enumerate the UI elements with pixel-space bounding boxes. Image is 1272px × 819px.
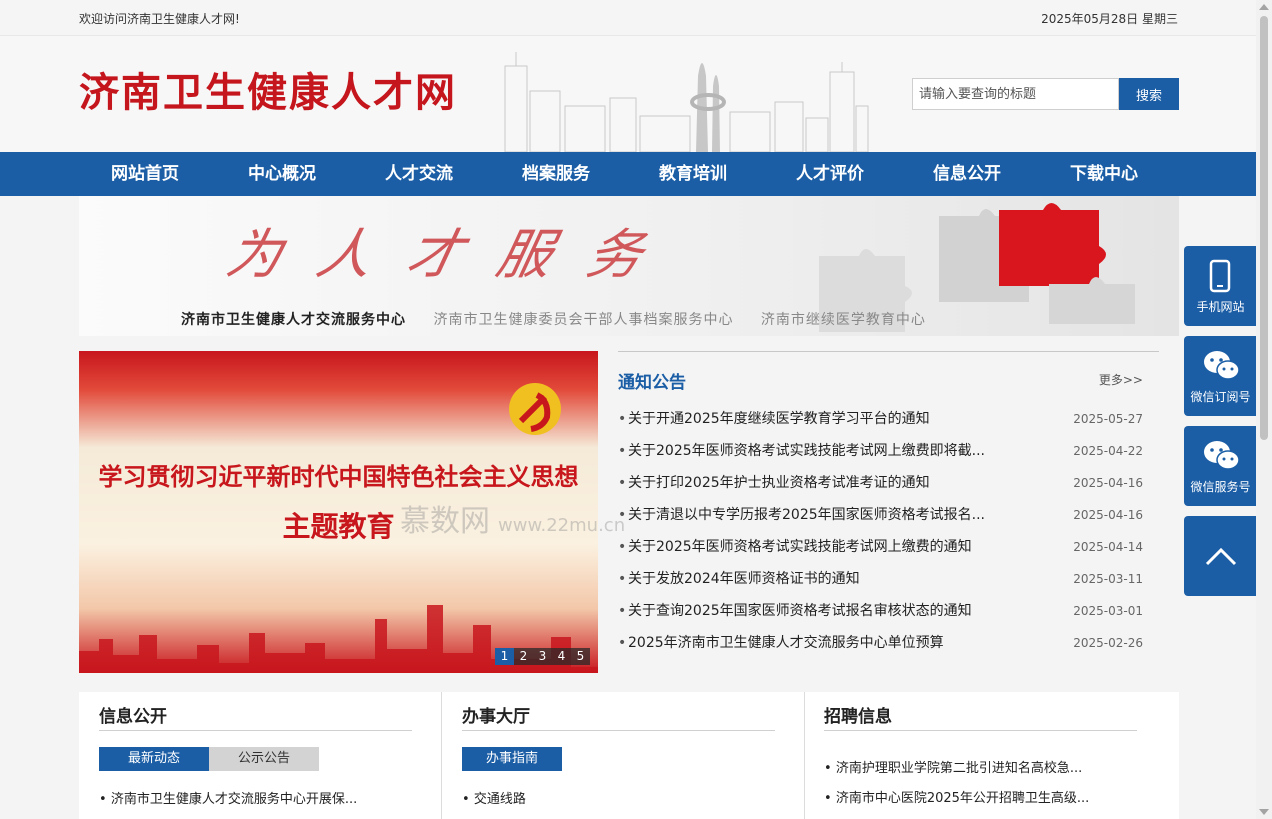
slider-dot-5[interactable]: 5 <box>571 648 590 665</box>
list-item[interactable]: • 济南市卫生健康人才交流服务中心开展保... <box>99 788 357 807</box>
chevron-up-icon <box>1205 547 1237 566</box>
nav-talent-evaluation[interactable]: 人才评价 <box>796 152 864 196</box>
header: 济南卫生健康人才网 搜索 <box>0 36 1256 152</box>
notice-item[interactable]: • 关于开通2025年度继续医学教育学习平台的通知 2025-05-27 <box>618 408 1159 440</box>
list-item[interactable]: • 交通线路 <box>462 788 526 807</box>
nav-education[interactable]: 教育培训 <box>659 152 727 196</box>
slider-pagination: 1 2 3 4 5 <box>495 648 590 665</box>
mobile-site-button[interactable]: 手机网站 <box>1184 246 1257 326</box>
watermark-url: www.22mu.cn <box>498 515 626 536</box>
nav-info-disclosure[interactable]: 信息公开 <box>933 152 1001 196</box>
slider-dot-2[interactable]: 2 <box>514 648 533 665</box>
nav-downloads[interactable]: 下载中心 <box>1070 152 1138 196</box>
recruitment-column: 招聘信息 • 济南护理职业学院第二批引进知名高校急... • 济南市中心医院20… <box>804 692 1137 819</box>
top-bar: 欢迎访问济南卫生健康人才网! 2025年05月28日 星期三 <box>0 0 1256 36</box>
center-continuing-education: 济南市继续医学教育中心 <box>760 312 926 328</box>
site-logo[interactable]: 济南卫生健康人才网 <box>79 60 457 118</box>
wechat-subscription-button[interactable]: 微信订阅号 <box>1184 336 1257 416</box>
wechat-icon <box>1204 441 1240 470</box>
banner: 为人才服务 济南市卫生健康人才交流服务中心 济南市卫生健康委员会干部人事档案服务… <box>79 196 1179 336</box>
wechat-icon <box>1204 351 1240 380</box>
main-nav: 网站首页 中心概况 人才交流 档案服务 教育培训 人才评价 信息公开 下载中心 <box>0 152 1256 196</box>
tab-latest-news[interactable]: 最新动态 <box>99 747 209 771</box>
party-emblem-icon <box>509 383 561 435</box>
tab-service-guide[interactable]: 办事指南 <box>462 747 562 771</box>
back-to-top-button[interactable] <box>1184 516 1257 596</box>
notice-more-link[interactable]: 更多>> <box>1099 371 1143 388</box>
watermark-text: 慕数网 <box>400 504 490 539</box>
banner-centers: 济南市卫生健康人才交流服务中心 济南市卫生健康委员会干部人事档案服务中心 济南市… <box>181 309 948 329</box>
city-skyline-image <box>504 52 869 152</box>
scroll-down-arrow-icon[interactable] <box>1259 809 1269 815</box>
recruitment-title: 招聘信息 <box>824 707 892 727</box>
service-hall-title: 办事大厅 <box>462 707 530 727</box>
bottom-section: 信息公开 最新动态 公示公告 • 济南市卫生健康人才交流服务中心开展保... 办… <box>79 692 1179 819</box>
service-hall-column: 办事大厅 办事指南 • 交通线路 <box>442 692 775 819</box>
notice-item[interactable]: • 关于2025年医师资格考试实践技能考试网上缴费即将截... 2025-04-22 <box>618 440 1159 472</box>
welcome-text: 欢迎访问济南卫生健康人才网! <box>79 12 240 26</box>
list-item[interactable]: • 济南市中心医院2025年公开招聘卫生高级... <box>824 787 1089 806</box>
slider-dot-1[interactable]: 1 <box>495 648 514 665</box>
slider-dot-4[interactable]: 4 <box>552 648 571 665</box>
wechat-service-button[interactable]: 微信服务号 <box>1184 426 1257 506</box>
scrollbar[interactable] <box>1256 0 1272 819</box>
scroll-up-arrow-icon[interactable] <box>1259 4 1269 10</box>
notice-panel: 通知公告 更多>> • 关于开通2025年度继续医学教育学习平台的通知 2025-0… <box>618 351 1159 673</box>
notice-item[interactable]: • 关于2025年医师资格考试实践技能考试网上缴费的通知 2025-04-14 <box>618 536 1159 568</box>
notice-item[interactable]: • 2025年济南市卫生健康人才交流服务中心单位预算 2025-02-26 <box>618 632 1159 664</box>
search-button[interactable]: 搜索 <box>1119 78 1179 110</box>
scrollbar-thumb[interactable] <box>1260 16 1268 440</box>
notice-list: • 关于开通2025年度继续医学教育学习平台的通知 2025-05-27 • 关于20… <box>618 408 1159 664</box>
nav-talent-exchange[interactable]: 人才交流 <box>385 152 453 196</box>
notice-item[interactable]: • 关于发放2024年医师资格证书的通知 2025-03-11 <box>618 568 1159 600</box>
notice-item[interactable]: • 关于查询2025年国家医师资格考试报名审核状态的通知 2025-03-01 <box>618 600 1159 632</box>
nav-about[interactable]: 中心概况 <box>248 152 316 196</box>
search-box: 搜索 <box>912 78 1179 110</box>
center-talent-exchange: 济南市卫生健康人才交流服务中心 <box>181 312 406 328</box>
info-disclosure-title: 信息公开 <box>99 707 167 727</box>
date-text: 2025年05月28日 星期三 <box>1041 12 1178 26</box>
mobile-phone-icon <box>1209 259 1231 293</box>
search-input[interactable] <box>912 78 1119 110</box>
notice-item[interactable]: • 关于清退以中专学历报考2025年国家医师资格考试报名... 2025-04-16 <box>618 504 1159 536</box>
slider-headline: 学习贯彻习近平新时代中国特色社会主义思想 <box>98 463 579 491</box>
tab-announcements[interactable]: 公示公告 <box>209 747 319 771</box>
notice-title: 通知公告 <box>618 373 686 393</box>
nav-archives[interactable]: 档案服务 <box>522 152 590 196</box>
slider-dot-3[interactable]: 3 <box>533 648 552 665</box>
banner-slogan: 为人才服务 <box>221 223 685 286</box>
info-disclosure-column: 信息公开 最新动态 公示公告 • 济南市卫生健康人才交流服务中心开展保... <box>79 692 412 819</box>
nav-home[interactable]: 网站首页 <box>111 152 179 196</box>
list-item[interactable]: • 济南护理职业学院第二批引进知名高校急... <box>824 757 1082 776</box>
watermark: 慕数网 www.22mu.cn <box>400 496 625 540</box>
notice-item[interactable]: • 关于打印2025年护士执业资格考试准考证的通知 2025-04-16 <box>618 472 1159 504</box>
center-archives: 济南市卫生健康委员会干部人事档案服务中心 <box>433 312 734 328</box>
